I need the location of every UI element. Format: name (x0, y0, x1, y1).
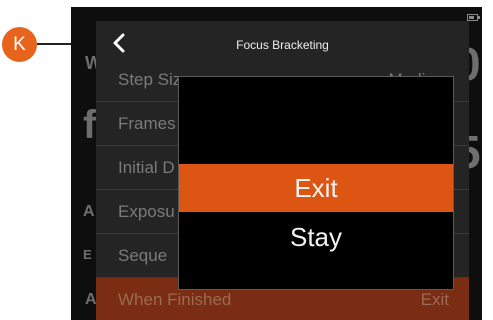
background-glyph: A (83, 203, 95, 220)
battery-icon (467, 14, 480, 21)
panel-title: Focus Bracketing (236, 38, 329, 52)
dialog-option-stay[interactable]: Stay (179, 213, 453, 261)
callout-badge: K (2, 27, 37, 62)
menu-row-label: Seque (118, 246, 168, 265)
background-glyph: f (83, 103, 97, 147)
confirm-dialog: Exit Stay (178, 76, 454, 290)
background-glyph: E (83, 247, 92, 262)
dialog-option-exit[interactable]: Exit (179, 164, 453, 212)
menu-row-label: Initial D (118, 158, 175, 177)
menu-row-value: Exit (420, 290, 449, 309)
menu-row-label: Frames (118, 114, 176, 133)
camera-screen: W f A E A 0 5 Focus Bracketing Step Size… (71, 7, 482, 320)
background-glyph: A (85, 291, 97, 308)
menu-row-label: When Finished (118, 290, 232, 309)
menu-row-label: Exposu (118, 202, 175, 221)
